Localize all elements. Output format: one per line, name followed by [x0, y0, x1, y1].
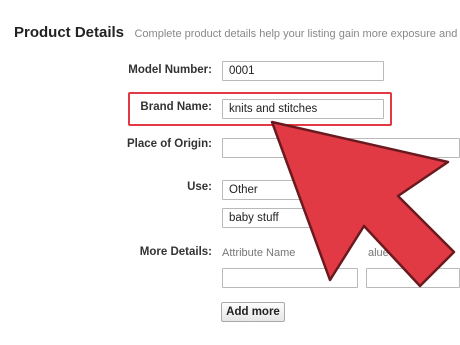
arrow-pointer-icon — [270, 120, 456, 288]
wikihow-watermark: wikiHow — [396, 322, 450, 337]
